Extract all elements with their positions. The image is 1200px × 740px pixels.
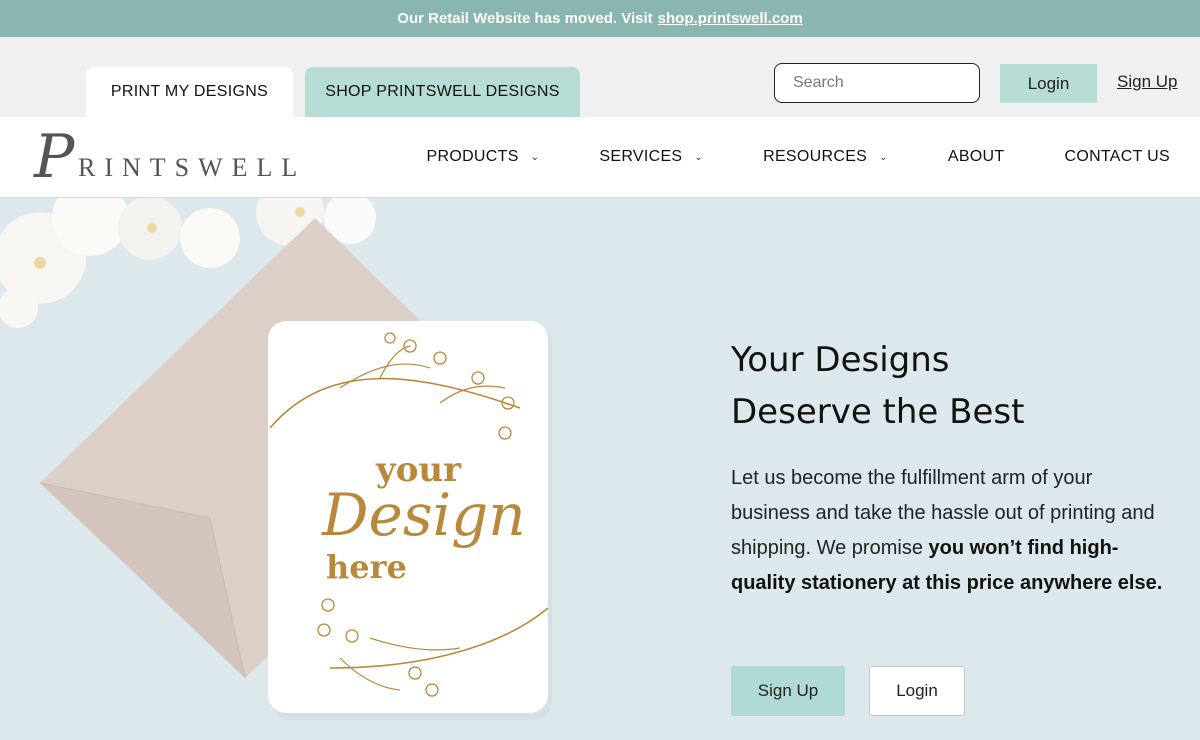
announcement-bar: Our Retail Website has moved. Visit shop… — [0, 0, 1200, 37]
hero-cta-row: Sign Up Login — [731, 666, 965, 716]
design-card: your Design here — [268, 321, 552, 720]
headline-line-1: Your Designs — [731, 340, 950, 380]
signup-link[interactable]: Sign Up — [1117, 72, 1177, 92]
announcement-link[interactable]: shop.printswell.com — [658, 10, 803, 27]
hero-text-block: Your Designs Deserve the Best Let us bec… — [731, 334, 1171, 601]
announcement-text: Our Retail Website has moved. Visit — [397, 10, 653, 27]
nav-item-label: SERVICES — [599, 148, 683, 165]
nav-item-contact-us[interactable]: CONTACT US — [1064, 148, 1170, 166]
chevron-down-icon: ⌄ — [694, 151, 704, 163]
tab-print-my-designs[interactable]: PRINT MY DESIGNS — [86, 67, 293, 117]
nav-item-about[interactable]: ABOUT — [948, 148, 1005, 166]
hero-section: your Design here Your Designs Deserve th… — [0, 198, 1200, 740]
logo-wordmark: RINTSWELL — [78, 153, 307, 182]
nav-item-services[interactable]: SERVICES ⌄ — [599, 148, 703, 166]
logo-mark: P — [34, 122, 75, 192]
nav-item-products[interactable]: PRODUCTS ⌄ — [427, 148, 540, 166]
hero-signup-button[interactable]: Sign Up — [731, 666, 845, 716]
hero-body-copy: Let us become the fulfillment arm of you… — [731, 461, 1171, 601]
nav-item-resources[interactable]: RESOURCES ⌄ — [763, 148, 888, 166]
main-nav: P RINTSWELL PRODUCTS ⌄ SERVICES ⌄ RESOUR… — [0, 117, 1200, 198]
chevron-down-icon: ⌄ — [530, 151, 540, 163]
hero-login-button[interactable]: Login — [869, 666, 965, 716]
hero-image: your Design here — [0, 198, 552, 720]
nav-menu: PRODUCTS ⌄ SERVICES ⌄ RESOURCES ⌄ ABOUT … — [367, 117, 1171, 197]
hero-headline: Your Designs Deserve the Best — [731, 334, 1171, 438]
nav-item-label: CONTACT US — [1064, 148, 1170, 165]
top-utility-bar: PRINT MY DESIGNS SHOP PRINTSWELL DESIGNS… — [0, 37, 1200, 117]
card-text-here: here — [326, 548, 407, 586]
nav-item-label: RESOURCES — [763, 148, 868, 165]
nav-item-label: ABOUT — [947, 148, 1005, 165]
tab-shop-printswell-designs[interactable]: SHOP PRINTSWELL DESIGNS — [305, 67, 580, 117]
login-button[interactable]: Login — [1000, 64, 1097, 103]
printswell-logo[interactable]: P RINTSWELL — [34, 127, 324, 189]
search-input[interactable] — [774, 63, 980, 103]
chevron-down-icon: ⌄ — [879, 151, 888, 163]
headline-line-2: Deserve the Best — [731, 392, 1025, 432]
card-text-design: Design — [321, 481, 526, 549]
nav-item-label: PRODUCTS — [426, 148, 519, 165]
